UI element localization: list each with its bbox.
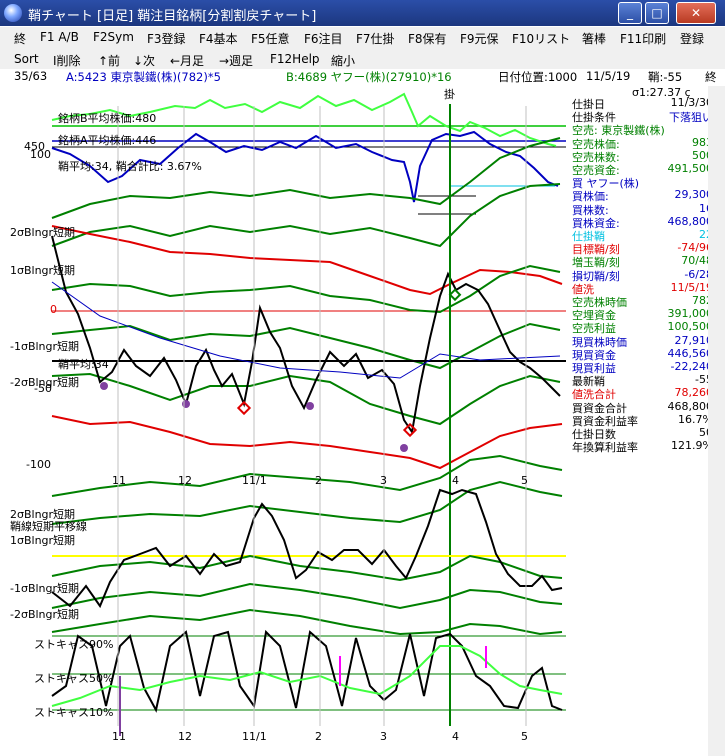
menu-sym[interactable]: F2Sym bbox=[93, 30, 134, 44]
menu-list[interactable]: F10リスト bbox=[512, 30, 570, 47]
panel-key-26: 年換算利益率 bbox=[572, 441, 638, 455]
lower-band-5 bbox=[51, 608, 563, 636]
next-button[interactable]: ↓次 bbox=[133, 52, 155, 69]
stock-a-label: A:5423 東京製鐵(株)(782)*5 bbox=[66, 70, 221, 84]
stoch-90-label: ストキャス90% bbox=[34, 638, 114, 651]
x-label-4: 4 bbox=[452, 474, 459, 487]
menu-basic[interactable]: F4基本 bbox=[199, 30, 238, 47]
a-avg-label: 銘柄A平均株価:446 bbox=[58, 134, 157, 147]
panel-value-23: 468,800 bbox=[667, 399, 714, 413]
x-label-bottom-3: 3 bbox=[380, 730, 387, 743]
band-p2-label: 2σBlngr短期 bbox=[10, 226, 76, 239]
current-date: 11/5/19 bbox=[586, 69, 631, 83]
vertical-scrollbar[interactable] bbox=[708, 86, 725, 756]
menu-orig[interactable]: F9元保 bbox=[460, 30, 499, 47]
current-spread: 鞘:-55 bbox=[648, 70, 683, 84]
chart-area[interactable]: 銘柄B平均株価:480 銘柄A平均株価:446 4 5 0 100 鞘平均:34, … bbox=[0, 86, 725, 756]
panel-value-16: 391,000 bbox=[667, 307, 714, 321]
axis-100: 100 bbox=[30, 148, 51, 161]
x-label-12: 12 bbox=[178, 474, 192, 487]
x-label-5: 5 bbox=[521, 474, 528, 487]
menu-ab[interactable]: F1 A/B bbox=[40, 30, 79, 44]
panel-value-19: 446,560 bbox=[667, 346, 714, 360]
sort-button[interactable]: Sort bbox=[14, 52, 39, 66]
zero-label: 0 bbox=[50, 303, 57, 316]
marker-dot-1 bbox=[100, 382, 108, 390]
menu-focus[interactable]: F6注目 bbox=[304, 30, 343, 47]
panel-value-9: 468,800 bbox=[667, 214, 714, 228]
panel-value-26: 121.9% bbox=[671, 439, 713, 453]
x-label-3: 3 bbox=[380, 474, 387, 487]
menu-setup[interactable]: F7仕掛 bbox=[356, 30, 395, 47]
x-label-bottom-2: 2 bbox=[315, 730, 322, 743]
info-bar: 35/63 A:5423 東京製鐵(株)(782)*5 B:4689 ヤフー(株… bbox=[0, 69, 725, 85]
neg100-label: -100 bbox=[26, 458, 51, 471]
lower-m1-label: -1σBlngr短期 bbox=[10, 582, 80, 595]
menu-bar: 終 F1 A/B F2Sym F3登録 F4基本 F5任意 F6注目 F7仕掛 … bbox=[0, 27, 725, 50]
marker-dot-3 bbox=[306, 402, 314, 410]
band-m2 bbox=[51, 372, 561, 426]
monthly-button[interactable]: ←月足 bbox=[170, 52, 204, 69]
window-title: 鞘チャート [日足] 鞘注目銘柄[分割割戻チャート] bbox=[28, 9, 317, 24]
stoch-50-label: ストキャス50% bbox=[34, 672, 114, 685]
panel-value-1: 下落狙い bbox=[669, 111, 713, 125]
x-label-2: 2 bbox=[315, 474, 322, 487]
x-label-bottom-4: 4 bbox=[452, 730, 459, 743]
lower-band-4 bbox=[51, 582, 563, 610]
menu-hold[interactable]: F8保有 bbox=[408, 30, 447, 47]
marker-dot-2 bbox=[182, 400, 190, 408]
marker-green-1 bbox=[448, 288, 462, 302]
band-red-low bbox=[51, 415, 563, 470]
lower-m2-label: -2σBlngr短期 bbox=[10, 608, 80, 621]
spread-line bbox=[51, 235, 561, 435]
x-label-bottom-12: 12 bbox=[178, 730, 192, 743]
shrink-button[interactable]: 縮小 bbox=[331, 52, 355, 69]
panel-value-20: -22,240 bbox=[670, 360, 713, 373]
toolbar: Sort I削除 ↑前 ↓次 ←月足 →週足 F12Help 縮小 bbox=[0, 49, 725, 69]
prev-button[interactable]: ↑前 bbox=[98, 52, 120, 69]
maximize-button[interactable]: □ bbox=[645, 2, 669, 24]
spread-avg-label: 鞘平均:34, 鞘合計比: 3.67% bbox=[58, 160, 202, 173]
menu-any[interactable]: F5任意 bbox=[251, 30, 290, 47]
date-position: 日付位置:1000 bbox=[498, 70, 578, 84]
lower-spread-line bbox=[51, 488, 563, 609]
band-red-mid bbox=[51, 225, 563, 296]
menu-register[interactable]: F3登録 bbox=[147, 30, 186, 47]
band-m1-label: -1σBlngr短期 bbox=[10, 340, 80, 353]
x-label-bottom-11: 11 bbox=[112, 730, 126, 743]
x-label-bottom-5: 5 bbox=[521, 730, 528, 743]
neg50-label: -50 bbox=[34, 382, 52, 395]
x-label-11: 11 bbox=[112, 474, 126, 487]
panel-value-0: 11/3/30 bbox=[670, 96, 713, 109]
band-mid bbox=[51, 264, 561, 314]
stoch-10-label: ストキャス10% bbox=[34, 706, 114, 719]
help-button[interactable]: F12Help bbox=[270, 52, 320, 66]
menu-register2[interactable]: 登録 bbox=[680, 30, 704, 47]
band-avg-label: 鞘平均:34 bbox=[58, 358, 109, 371]
menu-quit[interactable]: 終 bbox=[14, 30, 26, 47]
app-icon bbox=[4, 4, 22, 22]
setup-mark: 掛 bbox=[444, 88, 455, 101]
minimize-button[interactable]: _ bbox=[618, 2, 642, 24]
panel-value-14: 11/5/19 bbox=[670, 280, 713, 294]
stoch-k-line bbox=[51, 629, 563, 713]
lower-p1-label: 1σBlngr短期 bbox=[10, 534, 76, 547]
b-avg-label: 銘柄B平均株価:480 bbox=[58, 112, 157, 125]
menu-print[interactable]: F11印刷 bbox=[620, 30, 666, 47]
close-button[interactable]: ✕ bbox=[676, 2, 716, 24]
title-bar: 鞘チャート [日足] 鞘注目銘柄[分割割戻チャート] _ □ ✕ bbox=[0, 0, 725, 26]
position-counter: 35/63 bbox=[14, 69, 48, 83]
band-p1-label: 1σBlngr短期 bbox=[10, 264, 76, 277]
panel-value-5: 491,500 bbox=[667, 162, 714, 175]
marker-dot-4 bbox=[400, 444, 408, 452]
weekly-button[interactable]: →週足 bbox=[219, 52, 253, 69]
menu-chopstick[interactable]: 箸棒 bbox=[582, 30, 606, 47]
lower-band-1 bbox=[51, 454, 563, 497]
panel-value-17: 100,500 bbox=[667, 320, 714, 334]
delete-button[interactable]: I削除 bbox=[53, 52, 81, 69]
x-label-bottom-11-1: 11/1 bbox=[242, 730, 267, 743]
x-label-11-1: 11/1 bbox=[242, 474, 267, 487]
end-label: 終 bbox=[705, 70, 717, 84]
stock-b-label: B:4689 ヤフー(株)(27910)*16 bbox=[286, 70, 452, 84]
